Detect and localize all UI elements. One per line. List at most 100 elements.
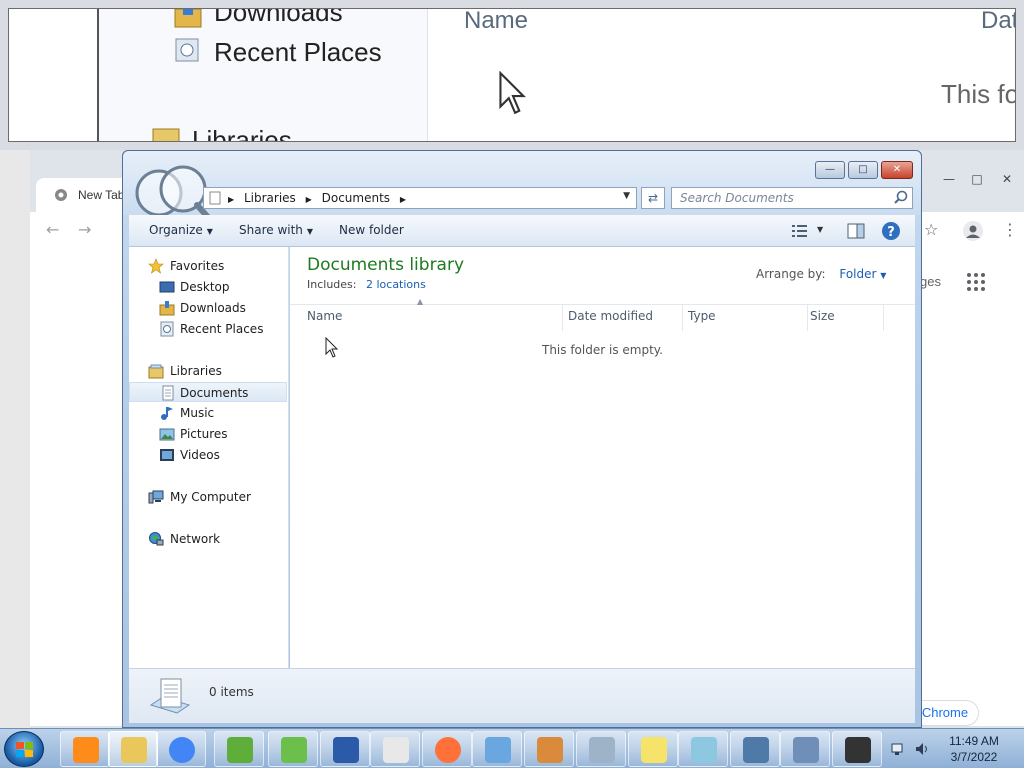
view-dropdown-icon[interactable]: ▼ — [817, 225, 823, 234]
share-with-dropdown-icon: ▼ — [306, 227, 314, 236]
zoom-downloads-icon — [174, 9, 202, 28]
taskbar-button-magnifier[interactable] — [472, 731, 522, 767]
nav-desktop[interactable]: Desktop — [129, 277, 287, 297]
clock-date: 3/7/2022 — [950, 750, 998, 764]
organize-button[interactable]: Organize ▼ — [149, 223, 213, 237]
nav-music[interactable]: Music — [129, 403, 287, 423]
volume-icon[interactable] — [914, 741, 930, 757]
zoom-column-date: Dat — [981, 8, 1016, 34]
svg-text:?: ? — [887, 225, 895, 240]
nav-downloads[interactable]: Downloads — [129, 298, 287, 318]
zoom-nav-libraries: Libraries — [192, 125, 292, 142]
breadcrumb-libraries[interactable]: Libraries — [244, 191, 296, 205]
navigation-pane: Favorites Desktop Downloads Recent Place… — [129, 247, 289, 668]
search-icon[interactable] — [893, 190, 909, 206]
breadcrumb: ▶ Libraries ▶ Documents ▶ — [228, 191, 412, 205]
organize-label: Organize — [149, 223, 203, 237]
address-bar[interactable]: ▶ Libraries ▶ Documents ▶ ▼ — [203, 187, 637, 209]
chrome-page-link-partial[interactable]: ges — [920, 274, 941, 289]
breadcrumb-documents[interactable]: Documents — [322, 191, 390, 205]
arrange-by-value: Folder — [839, 267, 877, 281]
chrome-maximize-button[interactable]: □ — [962, 172, 992, 188]
taskbar-button-network-lock[interactable] — [730, 731, 780, 767]
network-tray-icon[interactable] — [890, 741, 906, 757]
chrome-forward-icon[interactable]: → — [78, 220, 91, 239]
maximize-button[interactable]: □ — [848, 161, 878, 179]
taskbar-button-frog-app[interactable] — [268, 731, 318, 767]
taskbar-button-file-explorer[interactable] — [108, 731, 158, 767]
taskbar-button-remote-desktop[interactable] — [780, 731, 830, 767]
pictures-icon — [159, 428, 175, 441]
taskbar-button-media-player[interactable] — [60, 731, 110, 767]
downloads-icon — [159, 301, 175, 316]
firefox-icon — [435, 737, 461, 763]
help-icon[interactable]: ? — [881, 221, 901, 241]
breadcrumb-chevron-icon[interactable]: ▶ — [400, 195, 406, 204]
change-view-icon[interactable] — [791, 223, 809, 239]
media-player-icon — [73, 737, 99, 763]
arrange-by-dropdown[interactable]: Folder ▼ — [839, 267, 886, 281]
zoom-column-name: Name — [464, 8, 529, 34]
share-with-button[interactable]: Share with ▼ — [239, 223, 313, 237]
nav-videos[interactable]: Videos — [129, 445, 287, 465]
new-folder-button[interactable]: New folder — [339, 223, 404, 237]
taskbar-button-calculator[interactable] — [576, 731, 626, 767]
system-clock[interactable]: 11:49 AM 3/7/2022 — [938, 733, 1010, 765]
command-bar: Organize ▼ Share with ▼ New folder ▼ ? — [129, 215, 915, 247]
chrome-close-button[interactable]: ✕ — [992, 172, 1022, 188]
taskbar: 11:49 AM 3/7/2022 — [0, 728, 1024, 768]
calculator-icon — [589, 737, 615, 763]
start-button[interactable] — [4, 731, 44, 767]
close-button[interactable]: ✕ — [881, 161, 913, 179]
minimize-button[interactable]: — — [815, 161, 845, 179]
taskbar-button-firefox[interactable] — [422, 731, 472, 767]
library-includes: Includes: 2 locations — [307, 278, 426, 291]
refresh-button[interactable]: ⇄ — [641, 187, 665, 209]
mouse-cursor-icon — [325, 337, 339, 358]
zoom-cursor-icon — [499, 71, 526, 115]
arrange-by: Arrange by: Folder ▼ — [756, 267, 886, 281]
breadcrumb-chevron-icon[interactable]: ▶ — [228, 195, 234, 204]
nav-recent-places[interactable]: Recent Places — [129, 319, 287, 339]
zoom-libraries-icon — [152, 128, 180, 141]
nav-network[interactable]: Network — [129, 529, 287, 549]
taskbar-button-chess[interactable] — [832, 731, 882, 767]
nav-documents[interactable]: Documents — [129, 382, 287, 402]
chrome-back-icon[interactable]: ← — [46, 220, 59, 239]
column-type[interactable]: Type — [688, 305, 808, 331]
arrange-by-label: Arrange by: — [756, 267, 826, 281]
arrange-dropdown-icon: ▼ — [880, 271, 887, 280]
computer-icon — [148, 490, 164, 504]
taskbar-button-powershell[interactable] — [320, 731, 370, 767]
paint-icon — [537, 737, 563, 763]
chrome-minimize-button[interactable]: — — [934, 172, 964, 188]
documents-library-icon — [149, 678, 191, 714]
column-date-modified[interactable]: Date modified — [568, 305, 683, 331]
nav-documents-label: Documents — [180, 386, 249, 400]
bookmark-star-icon[interactable]: ☆ — [924, 220, 938, 239]
includes-locations-link[interactable]: 2 locations — [366, 278, 426, 291]
taskbar-button-sticky-notes[interactable] — [628, 731, 678, 767]
notepad-icon — [691, 737, 717, 763]
zoom-nav-recent-places: Recent Places — [214, 37, 382, 67]
preview-pane-icon[interactable] — [847, 222, 865, 240]
taskbar-button-chrome[interactable] — [156, 731, 206, 767]
taskbar-button-notepad[interactable] — [678, 731, 728, 767]
apps-grid-icon[interactable] — [966, 272, 986, 292]
taskbar-button-solitaire[interactable] — [370, 731, 420, 767]
taskbar-button-paint[interactable] — [524, 731, 574, 767]
organize-dropdown-icon: ▼ — [206, 227, 213, 236]
address-dropdown-icon[interactable]: ▼ — [623, 191, 630, 201]
nav-libraries[interactable]: Libraries — [129, 361, 287, 381]
nav-pictures[interactable]: Pictures — [129, 424, 287, 444]
taskbar-button-chart-app[interactable] — [214, 731, 264, 767]
column-size[interactable]: Size — [808, 305, 884, 331]
breadcrumb-chevron-icon[interactable]: ▶ — [306, 195, 312, 204]
search-input[interactable]: Search Documents — [671, 187, 913, 209]
chrome-menu-icon[interactable]: ⋮ — [1002, 220, 1018, 239]
nav-my-computer[interactable]: My Computer — [129, 487, 287, 507]
nav-favorites[interactable]: Favorites — [129, 256, 287, 276]
profile-icon[interactable] — [962, 220, 984, 242]
column-name[interactable]: Name — [307, 305, 563, 331]
chart-app-icon — [227, 737, 253, 763]
